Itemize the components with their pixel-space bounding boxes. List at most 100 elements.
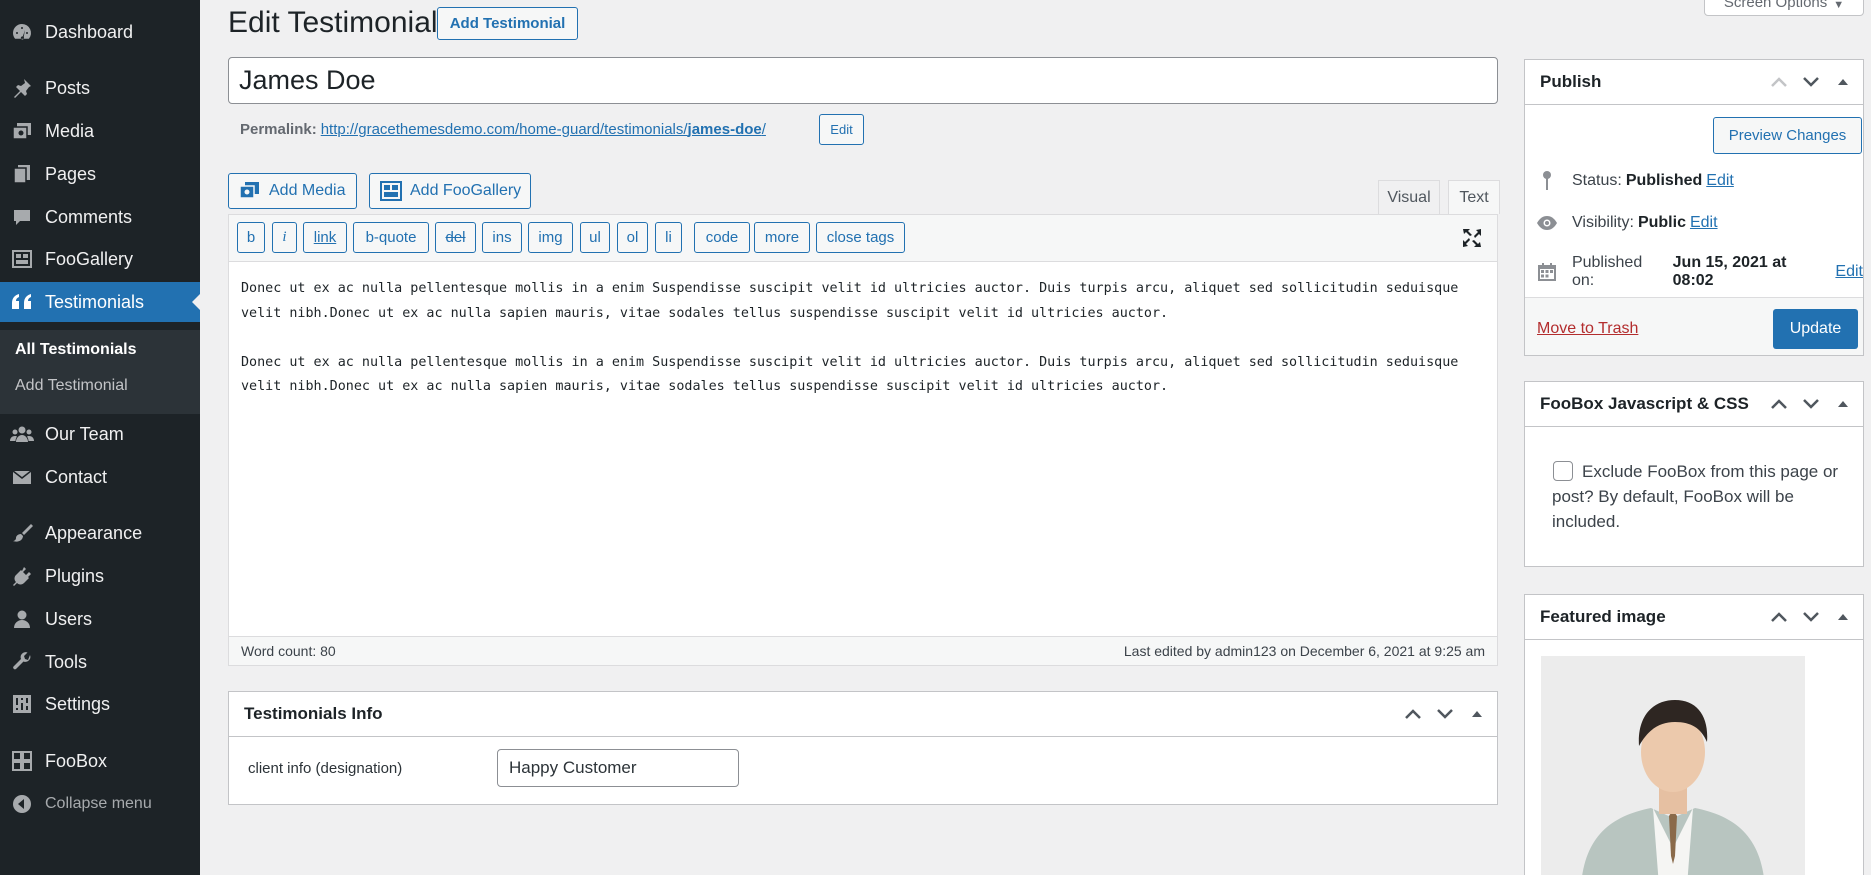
qt-ins-button[interactable]: ins [482,222,522,253]
move-to-trash-link[interactable]: Move to Trash [1537,320,1638,338]
foogallery-icon [380,181,402,201]
chevron-down-icon: ▼ [1833,0,1845,11]
content-editor: b i link b-quote del ins img ul ol li co… [228,214,1498,666]
toggle-triangle-icon[interactable] [1465,702,1489,726]
content-textarea[interactable]: Donec ut ex ac nulla pellentesque mollis… [241,277,1486,424]
testimonials-submenu: All Testimonials Add Testimonial [0,330,200,414]
exclude-foobox-label: Exclude FooBox from this page or post? B… [1552,462,1839,531]
chevron-down-icon[interactable] [1433,702,1457,726]
sidebar-item-our-team[interactable]: Our Team [0,414,200,454]
testimonials-info-title: Testimonials Info [244,704,383,723]
chevron-up-icon[interactable] [1767,392,1791,416]
qt-img-button[interactable]: img [528,222,573,253]
qt-li-button[interactable]: li [655,222,682,253]
pin-icon [1536,170,1558,192]
chevron-down-icon[interactable] [1799,605,1823,629]
sidebar-item-contact[interactable]: Contact [0,457,200,497]
qt-link-button[interactable]: link [303,222,347,253]
qt-bold-button[interactable]: b [237,222,265,253]
sidebar-item-foobox[interactable]: FooBox [0,741,200,781]
wrench-icon [10,650,34,674]
post-title-input[interactable]: James Doe [228,57,1498,104]
client-info-input[interactable]: Happy Customer [497,749,739,787]
media-icon [10,119,34,143]
publish-box: Publish Preview Changes Status: Publishe… [1524,59,1864,356]
sidebar-item-plugins[interactable]: Plugins [0,556,200,596]
publish-header[interactable]: Publish [1525,60,1863,105]
sidebar-item-foogallery[interactable]: FooGallery [0,239,200,279]
toggle-triangle-icon[interactable] [1831,70,1855,94]
qt-ul-button[interactable]: ul [580,222,610,253]
permalink-link[interactable]: http://gracethemesdemo.com/home-guard/te… [321,121,766,138]
sidebar-item-label: Tools [45,651,88,672]
preview-changes-button[interactable]: Preview Changes [1713,117,1862,154]
tab-text[interactable]: Text [1448,180,1500,214]
sidebar-item-comments[interactable]: Comments [0,197,200,237]
foobox-header[interactable]: FooBox Javascript & CSS [1525,382,1863,427]
sidebar-item-label: FooGallery [45,248,134,269]
sidebar-item-label: FooBox [45,750,108,771]
visibility-label: Visibility: [1572,214,1634,231]
collapse-menu-button[interactable]: Collapse menu [0,784,200,824]
comment-icon [10,205,34,229]
sidebar-item-tools[interactable]: Tools [0,642,200,682]
qt-italic-button[interactable]: i [272,222,297,253]
sidebar-item-label: Comments [45,206,133,227]
permalink: Permalink: http://gracethemesdemo.com/ho… [240,121,766,138]
sidebar-item-appearance[interactable]: Appearance [0,513,200,553]
sidebar-item-label: Testimonials [45,291,145,312]
chevron-up-icon[interactable] [1401,702,1425,726]
sidebar-item-posts[interactable]: Posts [0,68,200,108]
permalink-edit-button[interactable]: Edit [819,114,864,145]
status-edit-link[interactable]: Edit [1706,172,1734,190]
fullscreen-icon[interactable] [1461,227,1483,249]
chevron-down-icon[interactable] [1799,70,1823,94]
sidebar-item-label: Our Team [45,423,124,444]
featured-image-thumbnail[interactable] [1541,656,1805,875]
chevron-up-icon[interactable] [1767,70,1791,94]
sidebar-item-label: Pages [45,163,97,184]
mail-icon [10,465,34,489]
sidebar-item-users[interactable]: Users [0,599,200,639]
tab-visual[interactable]: Visual [1378,180,1440,214]
dashboard-icon [10,20,34,44]
qt-del-button[interactable]: del [435,222,476,253]
featured-image-header[interactable]: Featured image [1525,595,1863,640]
qt-blockquote-button[interactable]: b-quote [353,222,429,253]
submenu-all-testimonials[interactable]: All Testimonials [15,341,137,359]
settings-icon [10,692,34,716]
sidebar-item-pages[interactable]: Pages [0,154,200,194]
sidebar-item-media[interactable]: Media [0,111,200,151]
submenu-add-testimonial[interactable]: Add Testimonial [15,377,128,395]
sidebar-item-label: Users [45,608,93,629]
sidebar-item-settings[interactable]: Settings [0,684,200,724]
sidebar-item-label: Contact [45,466,108,487]
screen-options-button[interactable]: Screen Options ▼ [1704,0,1864,16]
collapse-menu-label: Collapse menu [45,795,152,812]
add-testimonial-button[interactable]: Add Testimonial [437,7,578,40]
exclude-foobox-checkbox[interactable] [1553,461,1573,481]
update-button[interactable]: Update [1773,309,1858,349]
toggle-triangle-icon[interactable] [1831,605,1855,629]
status-row: Status: Published Edit [1536,170,1734,192]
brush-icon [10,521,34,545]
toggle-triangle-icon[interactable] [1831,392,1855,416]
client-info-label: client info (designation) [248,760,403,777]
sidebar-item-dashboard[interactable]: Dashboard [0,12,200,52]
admin-sidebar: Dashboard Posts Media Pages Comments Foo… [0,0,200,875]
visibility-edit-link[interactable]: Edit [1690,214,1718,232]
published-edit-link[interactable]: Edit [1835,263,1863,281]
qt-close-tags-button[interactable]: close tags [816,222,905,253]
qt-more-button[interactable]: more [754,222,810,253]
sidebar-item-label: Posts [45,77,91,98]
chevron-down-icon[interactable] [1799,392,1823,416]
add-foogallery-button[interactable]: Add FooGallery [369,173,531,209]
add-media-button[interactable]: Add Media [228,173,357,209]
testimonials-info-header[interactable]: Testimonials Info [229,692,1497,737]
qt-ol-button[interactable]: ol [617,222,648,253]
chevron-up-icon[interactable] [1767,605,1791,629]
qt-code-button[interactable]: code [694,222,750,253]
sidebar-item-testimonials[interactable]: Testimonials [0,282,200,322]
testimonials-info-box: Testimonials Info client info (designati… [228,691,1498,805]
quicktags-toolbar: b i link b-quote del ins img ul ol li co… [229,215,1497,262]
